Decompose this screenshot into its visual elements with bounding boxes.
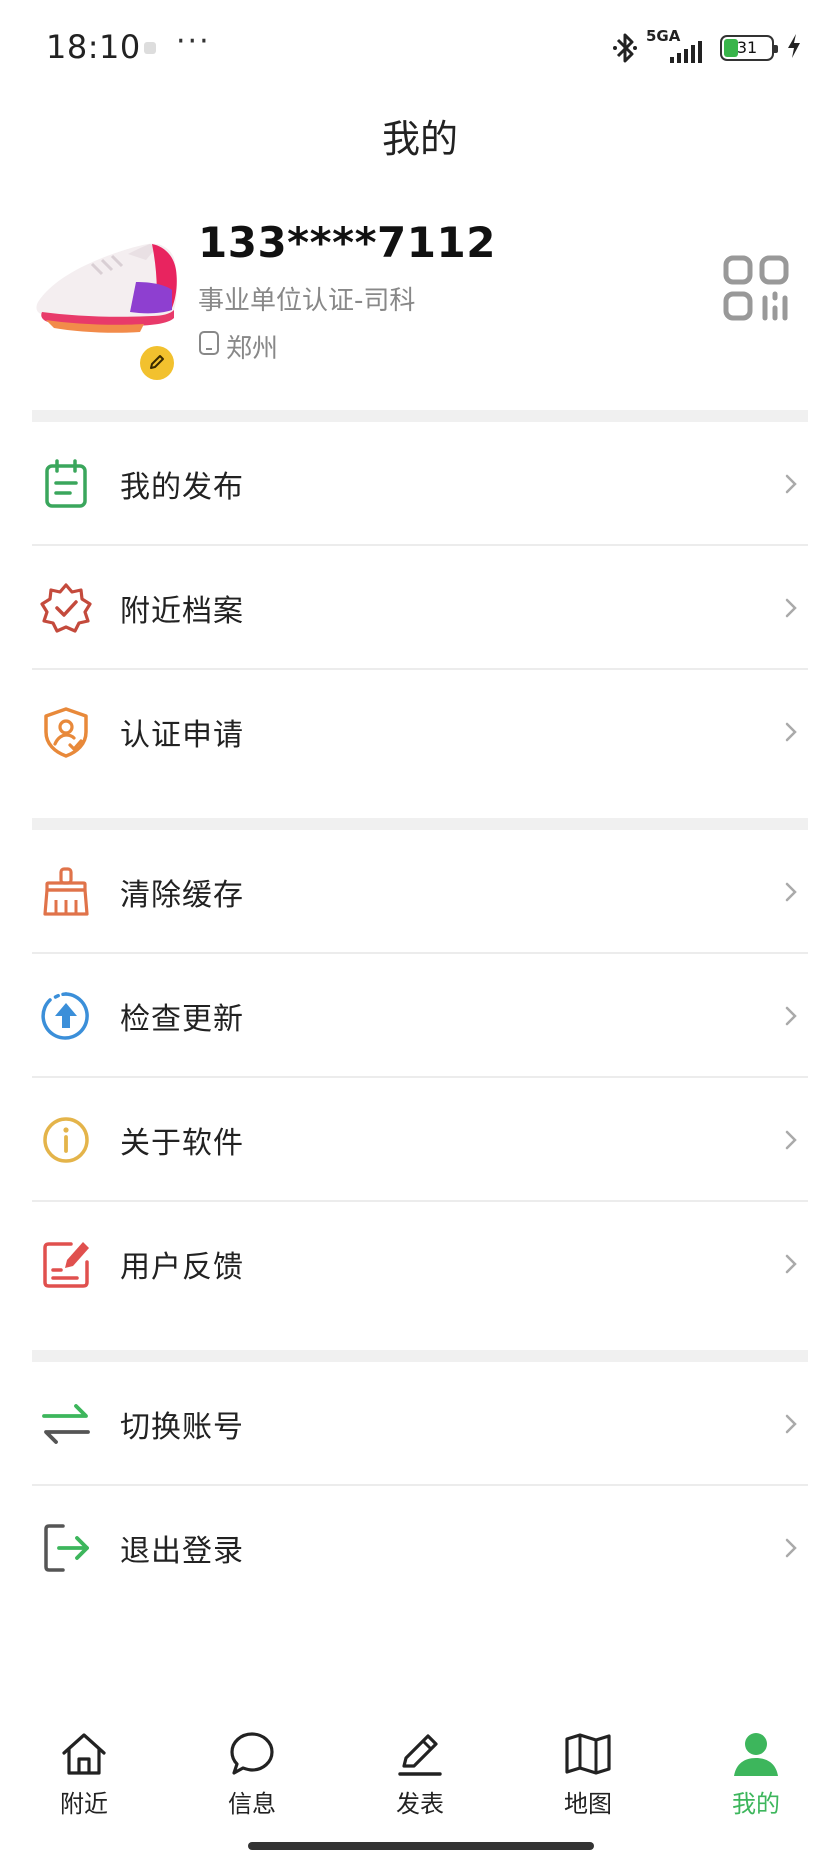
map-icon — [562, 1728, 614, 1780]
tab-label: 附近 — [60, 1790, 108, 1818]
menu-item-check-update[interactable]: 检查更新 — [32, 954, 808, 1078]
info-circle-icon — [38, 1112, 94, 1168]
shield-user-icon — [38, 704, 94, 760]
upload-circle-icon — [38, 988, 94, 1044]
cellular-signal-icon: 5GA — [646, 27, 702, 65]
edit-avatar-button[interactable] — [140, 346, 174, 380]
profile-location: 郑州 — [198, 328, 278, 365]
menu-item-label: 用户反馈 — [120, 1250, 244, 1285]
section-divider — [32, 818, 808, 830]
profile-card[interactable]: 133****7112 事业单位认证-司科 郑州 — [32, 210, 808, 380]
chevron-right-icon — [784, 878, 798, 910]
home-icon — [58, 1728, 110, 1780]
battery-icon: 31 — [720, 35, 778, 61]
menu-item-certification-application[interactable]: 认证申请 — [32, 670, 808, 794]
chevron-right-icon — [784, 594, 798, 626]
chevron-right-icon — [784, 470, 798, 502]
chevron-right-icon — [784, 1002, 798, 1034]
notification-dot-icon — [144, 42, 156, 54]
tab-label: 地图 — [564, 1790, 612, 1818]
phone-device-icon — [198, 330, 220, 363]
menu-item-logout[interactable]: 退出登录 — [32, 1486, 808, 1610]
chevron-right-icon — [784, 1534, 798, 1566]
tab-label: 发表 — [396, 1790, 444, 1818]
menu-item-user-feedback[interactable]: 用户反馈 — [32, 1202, 808, 1326]
charging-bolt-icon — [786, 33, 802, 63]
pencil-icon — [394, 1728, 446, 1780]
tab-mine[interactable]: 我的 — [696, 1728, 816, 1828]
tab-publish[interactable]: 发表 — [360, 1728, 480, 1828]
menu-item-clear-cache[interactable]: 清除缓存 — [32, 830, 808, 954]
tab-map[interactable]: 地图 — [528, 1728, 648, 1828]
qr-code-icon — [723, 255, 789, 321]
badge-check-icon — [38, 580, 94, 636]
page-title: 我的 — [381, 117, 458, 161]
profile-certification: 事业单位认证-司科 — [198, 286, 416, 316]
avatar[interactable] — [32, 224, 182, 380]
profile-phone: 133****7112 — [198, 218, 496, 267]
battery-percentage: 31 — [736, 38, 758, 57]
status-indicators: 5GA 31 — [612, 27, 802, 66]
menu-item-label: 检查更新 — [120, 1002, 244, 1037]
menu-item-label: 清除缓存 — [120, 878, 244, 913]
menu-item-switch-account[interactable]: 切换账号 — [32, 1362, 808, 1486]
broom-icon — [38, 864, 94, 920]
home-indicator[interactable] — [248, 1842, 594, 1850]
pencil-icon — [150, 355, 164, 369]
menu-item-label: 认证申请 — [120, 718, 244, 753]
user-icon — [730, 1728, 782, 1780]
calendar-list-icon — [38, 456, 94, 512]
section-divider — [32, 410, 808, 422]
bottom-tab-bar: 附近 信息 发表 地图 我的 — [0, 1728, 840, 1848]
menu-item-label: 附近档案 — [120, 594, 244, 629]
tab-nearby[interactable]: 附近 — [24, 1728, 144, 1828]
status-more-indicator: ··· — [176, 24, 211, 59]
profile-city: 郑州 — [226, 334, 279, 364]
menu-item-label: 关于软件 — [120, 1126, 244, 1161]
menu-item-label: 切换账号 — [120, 1410, 244, 1445]
tab-label: 信息 — [228, 1790, 276, 1818]
logout-icon — [38, 1520, 94, 1576]
status-bar: 18:10 ··· 5GA 31 — [0, 0, 840, 96]
swap-arrows-icon — [38, 1396, 94, 1452]
status-time: 18:10 — [46, 28, 141, 66]
menu-item-label: 退出登录 — [120, 1534, 244, 1569]
tab-messages[interactable]: 信息 — [192, 1728, 312, 1828]
tab-label: 我的 — [732, 1790, 780, 1818]
chat-bubble-icon — [226, 1728, 278, 1780]
qr-code-button[interactable] — [722, 254, 792, 324]
section-divider — [32, 1350, 808, 1362]
chevron-right-icon — [784, 1250, 798, 1282]
chevron-right-icon — [784, 718, 798, 750]
menu-item-nearby-archives[interactable]: 附近档案 — [32, 546, 808, 670]
chevron-right-icon — [784, 1410, 798, 1442]
feedback-edit-icon — [38, 1236, 94, 1292]
bluetooth-icon — [612, 32, 638, 64]
chevron-right-icon — [784, 1126, 798, 1158]
menu-item-about-software[interactable]: 关于软件 — [32, 1078, 808, 1202]
menu-item-label: 我的发布 — [120, 470, 244, 505]
menu-item-my-posts[interactable]: 我的发布 — [32, 422, 808, 546]
